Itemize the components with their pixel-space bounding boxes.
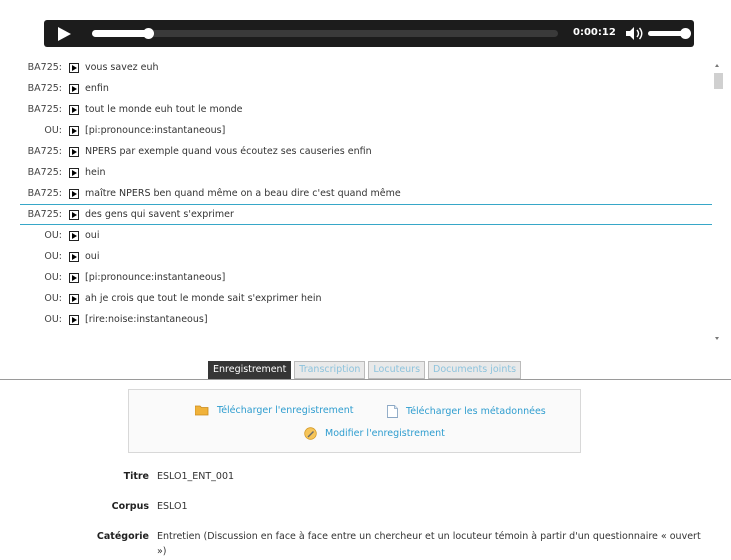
title-label: Titre — [123, 471, 149, 482]
transcript-row[interactable]: BA725: tout le monde euh tout le monde — [20, 99, 712, 120]
segment-text: maître NPERS ben quand même on a beau di… — [85, 188, 401, 199]
edit-recording-link[interactable]: Modifier l'enregistrement — [304, 427, 445, 440]
scroll-up-arrow[interactable] — [715, 64, 719, 67]
category-value-continued: ») — [157, 546, 167, 557]
tab-bar: Enregistrement Transcription Locuteurs D… — [208, 361, 522, 379]
seek-bar[interactable] — [92, 28, 558, 39]
play-segment-icon[interactable] — [69, 167, 79, 178]
segment-text: NPERS par exemple quand vous écoutez ses… — [85, 146, 372, 157]
document-icon — [387, 405, 398, 418]
transcript-row[interactable]: BA725: maître NPERS ben quand même on a b… — [20, 183, 712, 204]
play-segment-icon[interactable] — [69, 230, 79, 241]
speaker-label: OU: — [44, 272, 62, 283]
transcript-row[interactable]: OU: [pi:pronounce:instantaneous] — [20, 267, 712, 288]
segment-text: oui — [85, 230, 100, 241]
download-recording-link[interactable]: Télécharger l'enregistrement — [195, 405, 354, 416]
tab-locuteurs[interactable]: Locuteurs — [368, 361, 426, 379]
play-segment-icon[interactable] — [69, 314, 79, 325]
play-segment-icon[interactable] — [69, 251, 79, 262]
download-recording-label: Télécharger l'enregistrement — [217, 405, 354, 416]
speaker-label: OU: — [44, 125, 62, 136]
transcript-row[interactable]: BA725: hein — [20, 162, 712, 183]
segment-text: des gens qui savent s'exprimer — [85, 209, 234, 220]
segment-text: tout le monde euh tout le monde — [85, 104, 243, 115]
play-segment-icon[interactable] — [69, 188, 79, 199]
tab-documents-joints[interactable]: Documents joints — [428, 361, 522, 379]
category-value: Entretien (Discussion en face à face ent… — [157, 531, 701, 542]
play-segment-icon[interactable] — [69, 104, 79, 115]
play-segment-icon[interactable] — [69, 125, 79, 136]
segment-text: oui — [85, 251, 100, 262]
segment-text: hein — [85, 167, 106, 178]
corpus-value: ESLO1 — [157, 501, 188, 512]
transcript-row[interactable]: BA725: NPERS par exemple quand vous écout… — [20, 141, 712, 162]
speaker-label: BA725: — [27, 188, 62, 199]
time-display: 0:00:12 — [573, 27, 616, 38]
transcript-row[interactable]: OU: [pi:pronounce:instantaneous] — [20, 120, 712, 141]
speaker-label: BA725: — [27, 104, 62, 115]
tab-transcription[interactable]: Transcription — [294, 361, 366, 379]
divider — [0, 379, 731, 380]
transcript-row[interactable]: OU: oui — [20, 225, 712, 246]
segment-text: ah je crois que tout le monde sait s'exp… — [85, 293, 322, 304]
play-segment-icon[interactable] — [69, 209, 79, 220]
play-segment-icon[interactable] — [69, 272, 79, 283]
speaker-label: OU: — [44, 314, 62, 325]
transcript-row[interactable]: OU: ah je crois que tout le monde sait s'… — [20, 288, 712, 309]
scroll-down-arrow[interactable] — [715, 337, 719, 340]
transcript-row[interactable]: BA725: enfin — [20, 78, 712, 99]
speaker-label: BA725: — [27, 209, 62, 220]
volume-slider[interactable] — [648, 31, 684, 36]
seek-handle[interactable] — [142, 28, 154, 39]
volume-handle[interactable] — [680, 28, 691, 39]
transcript-list: BA725: vous savez euh BA725: enfin BA725: tou… — [20, 57, 726, 342]
play-icon[interactable] — [58, 27, 71, 41]
play-segment-icon[interactable] — [69, 62, 79, 73]
scrollbar-thumb[interactable] — [714, 73, 723, 89]
speaker-label: BA725: — [27, 167, 62, 178]
segment-text: [pi:pronounce:instantaneous] — [85, 125, 226, 136]
speaker-label: BA725: — [27, 146, 62, 157]
corpus-label: Corpus — [111, 501, 149, 512]
seek-progress — [92, 30, 148, 37]
segment-text: [pi:pronounce:instantaneous] — [85, 272, 226, 283]
actions-panel: Télécharger l'enregistrement Télécharger… — [128, 389, 581, 453]
transcript-row[interactable]: BA725: vous savez euh — [20, 57, 712, 78]
transcript-row-active[interactable]: BA725: des gens qui savent s'exprimer — [20, 204, 712, 225]
edit-icon — [304, 427, 317, 440]
edit-recording-label: Modifier l'enregistrement — [325, 428, 445, 439]
tab-enregistrement[interactable]: Enregistrement — [208, 361, 292, 379]
title-value: ESLO1_ENT_001 — [157, 471, 235, 482]
category-label: Catégorie — [96, 531, 149, 542]
folder-icon — [195, 405, 209, 416]
download-metadata-label: Télécharger les métadonnées — [406, 406, 546, 417]
speaker-label: BA725: — [27, 62, 62, 73]
segment-text: [rire:noise:instantaneous] — [85, 314, 208, 325]
play-segment-icon[interactable] — [69, 293, 79, 304]
speaker-label: OU: — [44, 251, 62, 262]
segment-text: vous savez euh — [85, 62, 159, 73]
download-metadata-link[interactable]: Télécharger les métadonnées — [387, 405, 546, 418]
speaker-label: OU: — [44, 230, 62, 241]
speaker-label: BA725: — [27, 83, 62, 94]
volume-icon[interactable] — [626, 27, 644, 40]
speaker-label: OU: — [44, 293, 62, 304]
segment-text: enfin — [85, 83, 109, 94]
play-segment-icon[interactable] — [69, 83, 79, 94]
transcript-row[interactable]: OU: oui — [20, 246, 712, 267]
play-segment-icon[interactable] — [69, 146, 79, 157]
audio-player: 0:00:12 — [44, 20, 694, 47]
transcript-row[interactable]: OU: [rire:noise:instantaneous] — [20, 309, 712, 330]
